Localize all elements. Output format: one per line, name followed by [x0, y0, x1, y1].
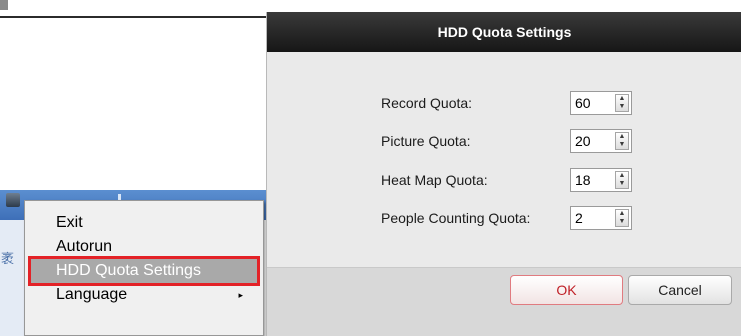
menu-item-language[interactable]: Language ▸ — [31, 283, 257, 307]
people-counting-quota-spinbox[interactable]: 2 ▲ ▼ — [570, 206, 632, 230]
dialog-title: HDD Quota Settings — [437, 24, 572, 40]
menu-item-label: HDD Quota Settings — [56, 262, 201, 279]
spin-buttons[interactable]: ▲ ▼ — [615, 94, 629, 112]
ok-button[interactable]: OK — [510, 275, 623, 305]
spin-down-icon[interactable]: ▼ — [616, 218, 628, 226]
spin-buttons[interactable]: ▲ ▼ — [615, 132, 629, 150]
record-quota-spinbox[interactable]: 60 ▲ ▼ — [570, 91, 632, 115]
spin-up-icon[interactable]: ▲ — [616, 95, 628, 103]
picture-quota-spinbox[interactable]: 20 ▲ ▼ — [570, 129, 632, 153]
tray-app-icon[interactable] — [6, 193, 20, 207]
tray-context-menu: Exit Autorun HDD Quota Settings Language… — [24, 200, 264, 336]
spin-buttons[interactable]: ▲ ▼ — [615, 171, 629, 189]
spin-up-icon[interactable]: ▲ — [616, 210, 628, 218]
spin-up-icon[interactable]: ▲ — [616, 133, 628, 141]
menu-item-hdd-quota-settings[interactable]: HDD Quota Settings — [28, 256, 260, 286]
spin-value: 20 — [575, 133, 591, 149]
edge-glyph-icon: 袤 — [1, 251, 15, 266]
menu-item-label: Exit — [56, 214, 83, 231]
spin-down-icon[interactable]: ▼ — [616, 141, 628, 149]
menu-item-autorun[interactable]: Autorun — [31, 235, 257, 259]
menu-item-label: Autorun — [56, 238, 113, 255]
spin-buttons[interactable]: ▲ ▼ — [615, 209, 629, 227]
submenu-arrow-icon: ▸ — [238, 290, 243, 300]
spin-down-icon[interactable]: ▼ — [616, 103, 628, 111]
spin-value: 18 — [575, 172, 591, 188]
spin-up-icon[interactable]: ▲ — [616, 172, 628, 180]
spin-down-icon[interactable]: ▼ — [616, 180, 628, 188]
menu-item-label: Language — [56, 286, 128, 303]
dialog-header: HDD Quota Settings — [267, 12, 741, 52]
people-counting-quota-label: People Counting Quota: — [381, 210, 531, 226]
spin-value: 2 — [575, 210, 583, 226]
spin-value: 60 — [575, 95, 591, 111]
app-icon-fragment — [0, 0, 8, 10]
heat-map-quota-label: Heat Map Quota: — [381, 172, 488, 188]
menu-item-exit[interactable]: Exit — [31, 211, 257, 235]
window-edge — [0, 16, 268, 18]
picture-quota-label: Picture Quota: — [381, 133, 471, 149]
record-quota-label: Record Quota: — [381, 95, 473, 111]
heat-map-quota-spinbox[interactable]: 18 ▲ ▼ — [570, 168, 632, 192]
cancel-button[interactable]: Cancel — [628, 275, 732, 305]
